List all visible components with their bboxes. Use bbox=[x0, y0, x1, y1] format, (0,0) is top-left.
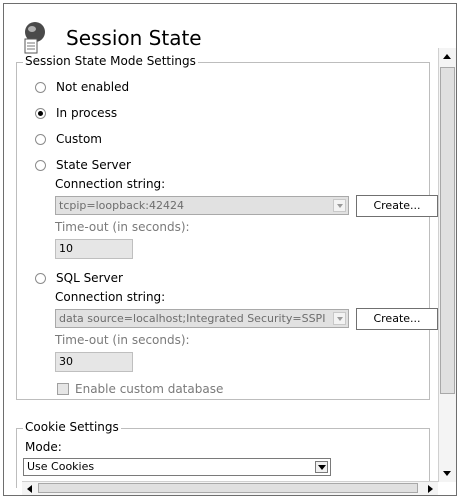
scroll-right-arrow-icon[interactable] bbox=[424, 483, 436, 495]
cookie-mode-label: Mode: bbox=[25, 440, 62, 454]
horizontal-scroll-thumb[interactable] bbox=[38, 483, 418, 493]
dropdown-arrow-icon[interactable] bbox=[333, 199, 346, 212]
radio-label: In process bbox=[56, 106, 118, 120]
enable-custom-db-checkbox[interactable] bbox=[57, 383, 69, 395]
session-state-panel: Session State Session State Mode Setting… bbox=[3, 3, 457, 496]
radio-in-process[interactable]: In process bbox=[35, 106, 117, 120]
state-server-create-button[interactable]: Create... bbox=[356, 195, 438, 217]
state-server-conn-value: tcpip=loopback:42424 bbox=[59, 199, 184, 212]
horizontal-scrollbar[interactable] bbox=[22, 481, 438, 495]
chevron-down-icon[interactable] bbox=[315, 461, 328, 473]
radio-state-server[interactable]: State Server bbox=[35, 158, 131, 172]
state-server-timeout-label: Time-out (in seconds): bbox=[55, 220, 190, 234]
state-server-conn-label: Connection string: bbox=[55, 177, 166, 191]
radio-label: Custom bbox=[56, 132, 102, 146]
page-header: Session State bbox=[22, 18, 202, 58]
radio-button[interactable] bbox=[35, 81, 46, 93]
dropdown-arrow-icon[interactable] bbox=[333, 312, 346, 325]
page-title: Session State bbox=[66, 26, 202, 50]
sql-server-create-button[interactable]: Create... bbox=[356, 308, 438, 330]
state-server-timeout-field[interactable]: 10 bbox=[55, 239, 133, 259]
cookie-settings-legend: Cookie Settings bbox=[23, 420, 121, 434]
radio-button[interactable] bbox=[35, 133, 46, 145]
radio-button[interactable] bbox=[35, 159, 46, 171]
vertical-scroll-thumb[interactable] bbox=[440, 67, 455, 394]
scroll-down-arrow-icon[interactable] bbox=[441, 467, 453, 479]
state-server-conn-field[interactable]: tcpip=loopback:42424 bbox=[55, 196, 349, 215]
radio-not-enabled[interactable]: Not enabled bbox=[35, 80, 129, 94]
scroll-up-arrow-icon[interactable] bbox=[441, 51, 453, 63]
vertical-scrollbar[interactable] bbox=[438, 48, 456, 482]
cookie-mode-value: Use Cookies bbox=[27, 460, 95, 473]
radio-custom[interactable]: Custom bbox=[35, 132, 102, 146]
cookie-mode-select[interactable]: Use Cookies bbox=[23, 458, 331, 476]
session-mode-group: Session State Mode Settings Not enabled … bbox=[16, 54, 438, 400]
radio-label: Not enabled bbox=[56, 80, 130, 94]
sql-server-timeout-field[interactable]: 30 bbox=[55, 352, 133, 372]
cookie-settings-group: Cookie Settings Mode: Use Cookies bbox=[16, 420, 430, 488]
sql-server-conn-value: data source=localhost;Integrated Securit… bbox=[59, 312, 326, 325]
session-mode-legend: Session State Mode Settings bbox=[23, 54, 198, 68]
radio-sql-server[interactable]: SQL Server bbox=[35, 271, 123, 285]
sql-server-timeout-label: Time-out (in seconds): bbox=[55, 333, 190, 347]
session-state-icon bbox=[22, 21, 48, 55]
radio-label: SQL Server bbox=[56, 271, 123, 285]
radio-button-selected[interactable] bbox=[35, 107, 46, 119]
radio-button[interactable] bbox=[35, 272, 46, 284]
radio-label: State Server bbox=[56, 158, 131, 172]
scroll-content: Session State Session State Mode Setting… bbox=[4, 4, 438, 488]
sql-server-conn-field[interactable]: data source=localhost;Integrated Securit… bbox=[55, 309, 349, 328]
enable-custom-db-label: Enable custom database bbox=[75, 382, 224, 396]
sql-server-conn-label: Connection string: bbox=[55, 290, 166, 304]
scroll-left-arrow-icon[interactable] bbox=[24, 483, 36, 495]
